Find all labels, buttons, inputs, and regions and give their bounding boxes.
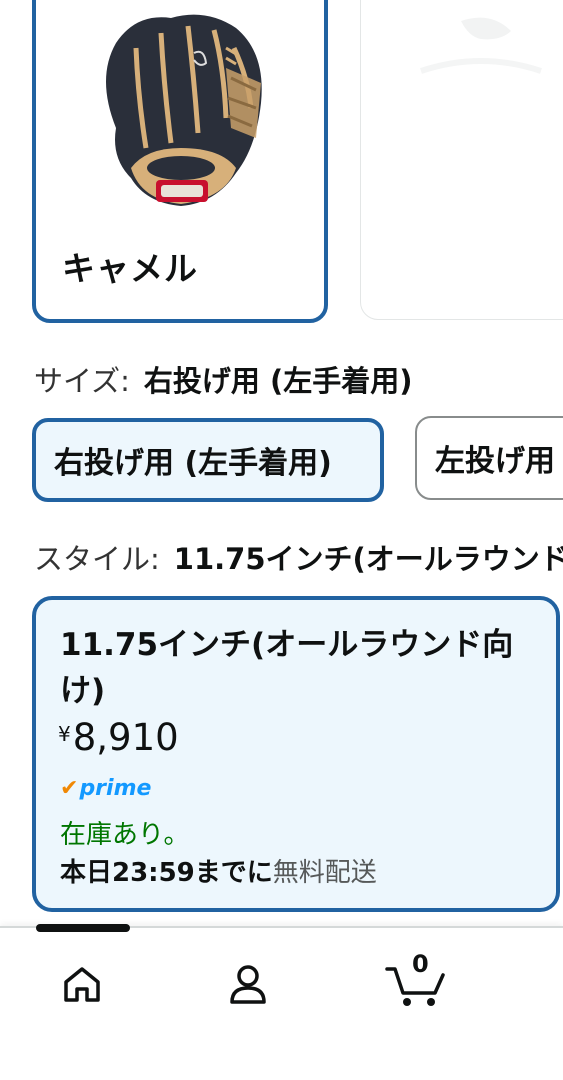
size-option-label: 左投げ用: [435, 444, 555, 479]
size-option-right-throw[interactable]: 右投げ用 (左手着用): [32, 418, 384, 502]
color-swatch-camel[interactable]: キャメル: [32, 0, 328, 323]
delivery-info: 本日23:59までに無料配送: [60, 852, 377, 889]
delivery-type: 無料配送: [272, 858, 377, 888]
stock-status: 在庫あり。: [60, 820, 190, 850]
currency-symbol: ¥: [58, 722, 71, 746]
style-option-title: 11.75インチ(オールラウンド向け): [60, 627, 514, 709]
style-label: スタイル: [34, 542, 151, 576]
style-selected-value: 11.75インチ(オールラウンド向け): [173, 542, 563, 576]
placeholder-product-image: [420, 17, 542, 74]
person-icon: [230, 965, 266, 1004]
prime-check-icon: ✔: [60, 776, 79, 801]
nav-cart-button[interactable]: 0: [382, 950, 452, 1014]
price-value: 8,910: [72, 716, 179, 759]
delivery-deadline: 本日23:59までに: [60, 858, 273, 888]
size-option-label: 右投げ用 (左手着用): [54, 446, 332, 481]
active-tab-indicator: [36, 924, 130, 932]
nav-account-button[interactable]: [218, 954, 278, 1014]
style-option-price: ¥ 8,910: [58, 716, 179, 759]
color-swatch-other[interactable]: [360, 0, 563, 320]
nav-home-button[interactable]: [52, 954, 112, 1014]
cart-count-badge: 0: [412, 950, 429, 978]
bottom-nav-bar: 0: [0, 924, 563, 1080]
size-separator: :: [120, 364, 130, 398]
prime-badge: ✔ prime: [60, 776, 151, 801]
style-variation-row: スタイル : 11.75インチ(オールラウンド向け): [34, 536, 563, 578]
baseball-glove-image: [106, 14, 262, 206]
style-separator: :: [150, 542, 160, 576]
color-swatch-label: キャメル: [62, 249, 198, 288]
size-label: サイズ: [34, 364, 121, 398]
nav-menu-button[interactable]: [548, 954, 563, 1014]
size-selected-value: 右投げ用 (左手着用): [143, 364, 413, 398]
size-variation-row: サイズ : 右投げ用 (左手着用): [34, 358, 413, 400]
size-option-left-throw[interactable]: 左投げ用: [415, 416, 563, 500]
style-option-card[interactable]: 11.75インチ(オールラウンド向け) ¥ 8,910 ✔ prime 在庫あり…: [32, 596, 560, 912]
prime-label: prime: [79, 776, 152, 801]
product-variation-page: キャメル サイズ : 右投げ用 (左手着用) 右投げ用 (左手着用) 左投げ用 …: [0, 0, 563, 1080]
home-icon: [64, 967, 100, 1002]
